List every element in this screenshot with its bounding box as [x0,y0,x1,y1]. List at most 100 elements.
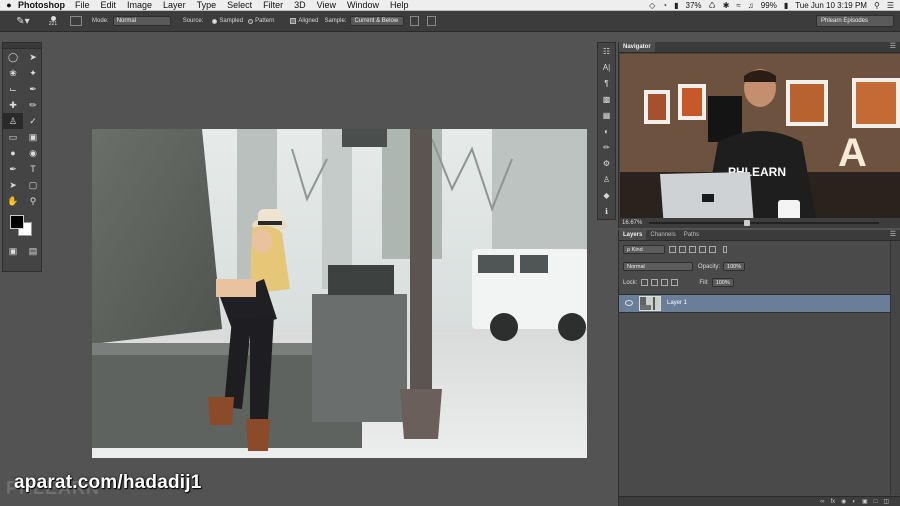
lock-position-icon[interactable] [661,279,669,286]
filter-shape-icon[interactable] [699,246,706,253]
eraser-tool-icon[interactable]: ▭ [3,129,23,145]
pressure-icon[interactable] [427,16,437,26]
kind-filter-select[interactable]: ρ Kind [623,245,665,254]
brush-preset-picker[interactable]: 221 [40,15,66,27]
tab-navigator[interactable]: Navigator [619,42,655,52]
link-layers-icon[interactable]: ∞ [820,499,824,505]
clone-stamp-tool-button-icon[interactable]: ♙ [3,113,23,129]
lasso-tool-icon[interactable]: ❀ [3,65,23,81]
lock-all-icon[interactable] [671,279,679,286]
marquee-tool-icon[interactable]: ◯ [3,49,23,65]
shape-tool-icon[interactable]: ▢ [23,177,43,193]
path-select-tool-icon[interactable]: ➤ [3,177,23,193]
menu-file[interactable]: File [75,0,90,10]
battery-icon[interactable]: ▮ [674,1,678,10]
zoom-slider-knob[interactable] [744,220,750,226]
history-brush-tool-icon[interactable]: ✓ [23,113,43,129]
menu-image[interactable]: Image [127,0,152,10]
crop-tool-icon[interactable]: ⌙ [3,81,23,97]
menu-view[interactable]: View [317,0,336,10]
layers-scrollbar[interactable] [890,241,900,495]
volume-icon[interactable]: ♫ [748,1,754,10]
dropbox-icon[interactable]: ◇ [649,1,655,10]
hand-tool-icon[interactable]: ✋ [3,193,23,209]
quick-select-tool-icon[interactable]: ✦ [23,65,43,81]
type-tool-icon[interactable]: T [23,161,43,177]
new-group-icon[interactable]: ▣ [862,498,868,505]
clock-icon[interactable]: ◔ [662,1,667,10]
menu-window[interactable]: Window [347,0,379,10]
move-tool-icon[interactable]: ➤ [23,49,43,65]
wifi-icon[interactable]: ≈ [736,1,740,10]
styles-panel-icon[interactable]: ◆ [598,187,615,203]
clone-source-icon[interactable]: ♙ [598,171,615,187]
character-panel-icon[interactable]: A| [598,59,615,75]
app-menu[interactable]: Photoshop [18,0,65,10]
sync-icon[interactable]: ♺ [709,1,716,10]
notification-icon[interactable]: ☰ [887,1,894,10]
menu-edit[interactable]: Edit [101,0,117,10]
battery-icon-2[interactable]: ▮ [784,1,788,10]
properties-panel-icon[interactable]: ▩ [598,91,615,107]
tab-paths[interactable]: Paths [680,230,703,240]
eyedropper-tool-icon[interactable]: ✒ [23,81,43,97]
sample-select[interactable]: Current & Below [350,16,405,26]
filter-toggle-icon[interactable] [723,246,727,253]
opacity-field[interactable]: 100% [723,262,746,271]
ignore-adjustment-icon[interactable] [410,16,420,26]
filter-smart-icon[interactable] [709,246,716,253]
aligned-checkbox[interactable] [290,18,297,24]
brush-panel-icon[interactable]: ✏ [598,139,615,155]
tab-channels[interactable]: Channels [646,230,679,240]
workspace-select[interactable]: Phlearn Episodes [816,15,894,27]
screen-mode-icon[interactable]: ▤ [23,243,43,259]
spotlight-icon[interactable]: ⚲ [874,1,880,10]
fill-field[interactable]: 100% [711,278,734,287]
bluetooth-icon[interactable]: ✱ [723,1,730,10]
tab-layers[interactable]: Layers [619,230,647,240]
blend-mode-select[interactable]: Normal [623,262,693,271]
source-pattern-radio[interactable] [248,18,254,24]
clone-source-panel-icon[interactable] [70,16,82,26]
adjustments-panel-icon[interactable]: ◐ [598,123,615,139]
brush-tool-icon[interactable]: ✏ [23,97,43,113]
document-canvas[interactable] [92,129,587,458]
apple-menu-icon[interactable]: ● [0,0,18,10]
menu-3d[interactable]: 3D [294,0,306,10]
mode-select[interactable]: Normal [112,16,171,26]
panel-menu-icon[interactable]: ☰ [890,42,896,52]
dodge-tool-icon[interactable]: ◉ [23,145,43,161]
gradient-tool-icon[interactable]: ▣ [23,129,43,145]
menu-filter[interactable]: Filter [263,0,283,10]
menu-type[interactable]: Type [197,0,217,10]
new-layer-icon[interactable]: □ [874,499,878,505]
add-mask-icon[interactable]: ◉ [841,498,846,505]
zoom-tool-icon[interactable]: ⚲ [23,193,43,209]
delete-layer-icon[interactable]: ◫ [883,498,889,505]
zoom-slider[interactable] [649,222,879,224]
history-panel-icon[interactable]: ☷ [598,43,615,59]
source-sampled-radio[interactable] [212,18,218,24]
filter-adjustment-icon[interactable] [679,246,686,253]
lock-transparent-icon[interactable] [641,279,649,286]
foreground-color-swatch[interactable] [10,215,24,229]
layer-style-icon[interactable]: fx [830,499,835,505]
info-panel-icon[interactable]: ℹ [598,203,615,219]
menu-layer[interactable]: Layer [163,0,186,10]
layer-row[interactable]: Layer 1 [619,294,890,313]
layer-name[interactable]: Layer 1 [667,300,687,306]
menu-select[interactable]: Select [227,0,252,10]
healing-brush-tool-icon[interactable]: ✚ [3,97,23,113]
layers-panel-menu-icon[interactable]: ☰ [890,230,896,240]
lock-pixels-icon[interactable] [651,279,659,286]
blur-tool-icon[interactable]: ● [3,145,23,161]
clone-stamp-tool-icon[interactable]: ✎▾ [12,13,34,29]
visibility-eye-icon[interactable] [625,300,633,306]
clock-text[interactable]: Tue Jun 10 3:19 PM [795,1,867,10]
navigator-thumbnail[interactable]: A PHLEARN [620,54,900,218]
paragraph-panel-icon[interactable]: ¶ [598,75,615,91]
menu-help[interactable]: Help [390,0,409,10]
filter-pixel-icon[interactable] [669,246,676,253]
filter-type-icon[interactable] [689,246,696,253]
adjustment-layer-icon[interactable]: ◐ [852,499,856,505]
